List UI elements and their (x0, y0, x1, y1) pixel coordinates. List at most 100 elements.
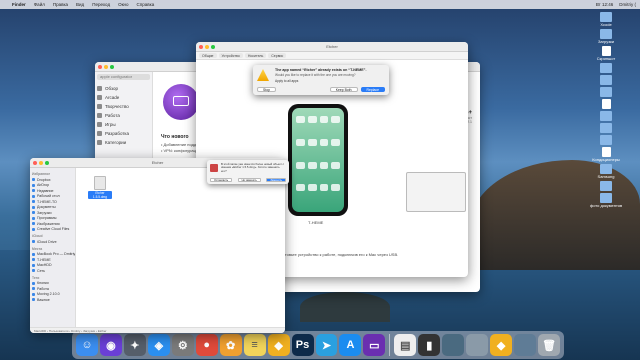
photos-icon[interactable]: ✿ (219, 334, 242, 356)
desktop-rock (300, 292, 390, 322)
menu-help[interactable]: Справка (137, 2, 155, 7)
trash-icon[interactable]: 🗑 (538, 334, 561, 356)
stop-copy-button[interactable]: Остановить (210, 178, 233, 182)
finder-sidebar-item[interactable]: iCloud Drive (32, 239, 73, 245)
desktop-icon[interactable] (576, 111, 636, 121)
sidebar-item-develop[interactable]: Разработка (97, 129, 150, 138)
zoom-button[interactable] (110, 64, 114, 69)
menu-view[interactable]: Вид (76, 2, 84, 7)
alert-right-buttons: Keep Both Replace (329, 87, 385, 92)
desktop-icon[interactable] (576, 87, 636, 97)
desktop-icon[interactable]: Загрузки (576, 29, 636, 44)
desktop-icon[interactable] (576, 99, 636, 109)
desktop-icon[interactable]: Скриншот (576, 46, 636, 61)
folder-icon (600, 193, 612, 203)
sketch-icon[interactable]: ◆ (267, 334, 290, 356)
finder-sidebar-item[interactable]: Creative Cloud Files (32, 227, 73, 233)
app-store-search-field[interactable]: apple configurator (97, 74, 150, 80)
sidebar-item-categories[interactable]: Категории (97, 138, 150, 147)
tab-device[interactable]: Устройство (218, 53, 243, 58)
close-button[interactable] (199, 44, 203, 49)
sidebar-item-create[interactable]: Творчество (97, 102, 150, 111)
stop-button[interactable]: Stop (257, 87, 276, 92)
zoom-button[interactable] (45, 160, 49, 165)
screenshot-1-icon[interactable] (442, 334, 465, 356)
dock: ☺ ◉ ✦ ◈ ⚙ ● ✿ ≡ ◆ Ps ➤ A ▭ ▤ ▮ ◆ 🗑 (72, 331, 564, 359)
downloads-stack-icon[interactable] (514, 334, 537, 356)
tab-general[interactable]: Общие (199, 53, 217, 58)
desktop-icon[interactable]: Кондиционеры (576, 147, 636, 162)
desktop-icon[interactable] (576, 123, 636, 133)
installer-titlebar[interactable]: Etcher (196, 42, 468, 52)
close-button[interactable] (33, 160, 37, 165)
tab-media[interactable]: Носитель (244, 53, 267, 58)
launchpad-icon[interactable]: ✦ (123, 334, 146, 356)
photoshop-icon[interactable]: Ps (291, 334, 314, 356)
tab-service[interactable]: Сервис (268, 53, 287, 58)
desktop-icon-label: фото документов (589, 203, 623, 208)
menu-go[interactable]: Переход (92, 2, 110, 7)
folder-icon (600, 181, 612, 191)
desktop-icon[interactable] (576, 75, 636, 85)
replace-button[interactable]: Replace (360, 87, 385, 92)
finder-sidebar-label: Важное (37, 297, 50, 302)
sidebar-section-header: Места (32, 246, 43, 251)
sidebar-item-arcade[interactable]: Arcade (97, 93, 150, 102)
finder-sidebar-item[interactable]: MacBook Pro — Dmitriy (32, 252, 75, 258)
minimize-button[interactable] (39, 160, 43, 165)
menu-user[interactable]: Dmitriy ( (619, 2, 636, 7)
siri-icon[interactable]: ◉ (99, 334, 122, 356)
finder-path-bar[interactable]: MacHDD › Пользователи › Dmitriy › Загруз… (30, 327, 285, 333)
sidebar-item-work[interactable]: Работа (97, 111, 150, 120)
folder-icon (600, 12, 612, 22)
sidebar-item-play[interactable]: Игры (97, 120, 150, 129)
menu-file[interactable]: Файл (34, 2, 45, 7)
notes-icon[interactable]: ≡ (243, 334, 266, 356)
close-button[interactable] (98, 64, 102, 69)
sketch-doc-icon[interactable]: ◆ (490, 334, 513, 356)
telegram-icon[interactable]: ➤ (315, 334, 338, 356)
folder-icon (600, 63, 612, 73)
minimize-button[interactable] (104, 64, 108, 69)
finder-window[interactable]: Etcher Избранное Dropbox AirDrop Недавние Ра… (30, 158, 285, 333)
finder-icon[interactable]: ☺ (75, 334, 98, 356)
zoom-button[interactable] (211, 44, 215, 49)
minimize-button[interactable] (205, 44, 209, 49)
installer-title: Etcher (326, 44, 338, 49)
configurator-icon[interactable]: ▭ (363, 334, 386, 356)
desktop-icon[interactable]: Samsung (576, 164, 636, 179)
keep-both-button[interactable]: Keep Both (329, 87, 358, 92)
app-store-icon[interactable]: A (339, 334, 362, 356)
folder-icon (600, 87, 612, 97)
desktop-icon[interactable] (576, 181, 636, 191)
safari-icon[interactable]: ◈ (147, 334, 170, 356)
hammer-icon (97, 131, 102, 136)
menu-window[interactable]: Окно (118, 2, 128, 7)
sidebar-item-label: Разработка (105, 131, 129, 136)
document-icon[interactable]: ▤ (394, 334, 417, 356)
chrome-icon[interactable]: ● (195, 334, 218, 356)
menu-app-name[interactable]: Finder (12, 2, 26, 7)
finder-sidebar-item[interactable]: Важное (32, 297, 73, 303)
sidebar-item-label: Обзор (105, 86, 118, 91)
sidebar-section-header: Теги (32, 275, 40, 280)
desktop-icon[interactable] (576, 135, 636, 145)
replace-copy-button[interactable]: Заменить (266, 178, 286, 182)
system-preferences-icon[interactable]: ⚙ (171, 334, 194, 356)
location-icon (32, 298, 35, 302)
desktop-icon[interactable]: фото документов (576, 193, 636, 208)
dmg-file[interactable]: Etcher 1.5.5.dmg (88, 176, 112, 199)
sidebar-item-discover[interactable]: Обзор (97, 84, 150, 93)
desktop-icon[interactable]: Xcode (576, 12, 636, 27)
finder-sidebar-label: Dropbox (37, 177, 51, 182)
location-icon (32, 222, 35, 226)
screenshot-2-icon[interactable] (466, 334, 489, 356)
desktop-icon[interactable] (576, 63, 636, 73)
iphone-screen (292, 108, 344, 212)
dont-replace-button[interactable]: Не заменять (237, 178, 261, 182)
menu-edit[interactable]: Правка (53, 2, 68, 7)
menu-clock[interactable]: Вт 12:46 (596, 2, 613, 7)
apply-to-all-checkbox[interactable]: Apply to all apps (275, 79, 298, 83)
finder-sidebar-item[interactable]: Сеть (32, 268, 73, 274)
ipad-icon[interactable]: ▮ (418, 334, 441, 356)
